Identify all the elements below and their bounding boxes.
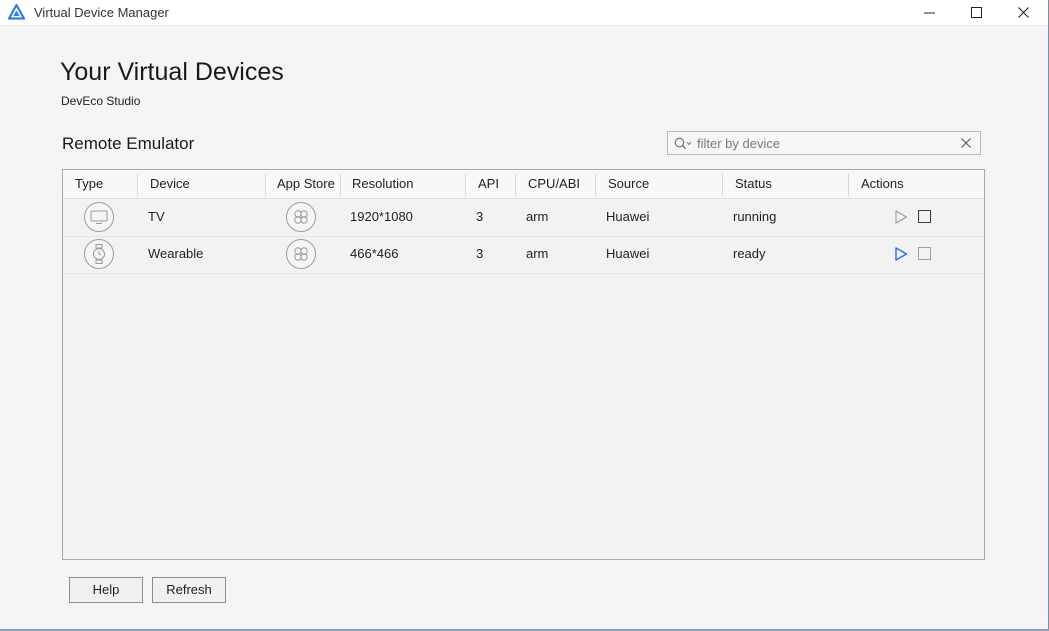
api-level: 3 bbox=[476, 209, 484, 224]
refresh-button[interactable]: Refresh bbox=[152, 577, 226, 603]
column-cpu-abi[interactable]: CPU/ABI bbox=[528, 170, 580, 198]
filter-box[interactable] bbox=[667, 131, 981, 155]
resolution: 466*466 bbox=[350, 246, 399, 261]
device-name: Wearable bbox=[148, 246, 204, 261]
device-name: TV bbox=[148, 209, 165, 224]
column-device[interactable]: Device bbox=[150, 170, 190, 198]
page-subtitle: DevEco Studio bbox=[61, 94, 141, 108]
play-icon[interactable] bbox=[894, 210, 908, 224]
column-divider[interactable] bbox=[265, 174, 266, 196]
play-icon[interactable] bbox=[894, 247, 908, 261]
section-title: Remote Emulator bbox=[62, 134, 195, 153]
clear-icon[interactable] bbox=[960, 137, 972, 149]
column-actions[interactable]: Actions bbox=[861, 170, 904, 198]
status: running bbox=[733, 209, 777, 224]
stop-icon[interactable] bbox=[918, 210, 931, 223]
source: Huawei bbox=[606, 209, 650, 224]
stop-icon[interactable] bbox=[918, 247, 931, 260]
filter-input[interactable] bbox=[697, 134, 947, 152]
maximize-icon bbox=[970, 7, 982, 18]
column-divider[interactable] bbox=[515, 174, 516, 196]
api-level: 3 bbox=[476, 246, 484, 261]
cpu-abi: arm bbox=[526, 246, 549, 261]
search-icon bbox=[674, 137, 692, 150]
resolution: 1920*1080 bbox=[350, 209, 413, 224]
status: ready bbox=[733, 246, 766, 261]
table-header: Type Device App Store Resolution API CPU… bbox=[63, 170, 984, 199]
window-title: Virtual Device Manager bbox=[34, 5, 169, 20]
app-store-icon[interactable] bbox=[286, 239, 316, 269]
deveco-logo-icon bbox=[8, 4, 25, 20]
table-row[interactable]: Wearable 466*466 3 arm Huawei ready bbox=[63, 236, 984, 274]
close-button[interactable] bbox=[1000, 0, 1046, 25]
help-button[interactable]: Help bbox=[69, 577, 143, 603]
column-divider[interactable] bbox=[137, 174, 138, 196]
source: Huawei bbox=[606, 246, 650, 261]
column-divider[interactable] bbox=[340, 174, 341, 196]
maximize-button[interactable] bbox=[953, 0, 999, 25]
close-icon bbox=[1017, 7, 1029, 18]
minimize-button[interactable] bbox=[906, 0, 952, 25]
tv-icon bbox=[84, 202, 114, 232]
column-divider[interactable] bbox=[722, 174, 723, 196]
column-resolution[interactable]: Resolution bbox=[352, 170, 413, 198]
app-store-icon[interactable] bbox=[286, 202, 316, 232]
table-row[interactable]: TV 1920*1080 3 arm Huawei running bbox=[63, 199, 984, 237]
title-bar[interactable]: Virtual Device Manager bbox=[0, 0, 1048, 26]
column-divider[interactable] bbox=[595, 174, 596, 196]
column-source[interactable]: Source bbox=[608, 170, 649, 198]
device-table: Type Device App Store Resolution API CPU… bbox=[62, 169, 985, 560]
cpu-abi: arm bbox=[526, 209, 549, 224]
column-status[interactable]: Status bbox=[735, 170, 772, 198]
minimize-icon bbox=[923, 12, 935, 14]
column-divider[interactable] bbox=[465, 174, 466, 196]
column-api[interactable]: API bbox=[478, 170, 499, 198]
column-app-store[interactable]: App Store bbox=[277, 170, 335, 198]
column-divider[interactable] bbox=[848, 174, 849, 196]
watch-icon bbox=[84, 239, 114, 269]
page-title: Your Virtual Devices bbox=[60, 58, 284, 86]
column-type[interactable]: Type bbox=[75, 170, 103, 198]
